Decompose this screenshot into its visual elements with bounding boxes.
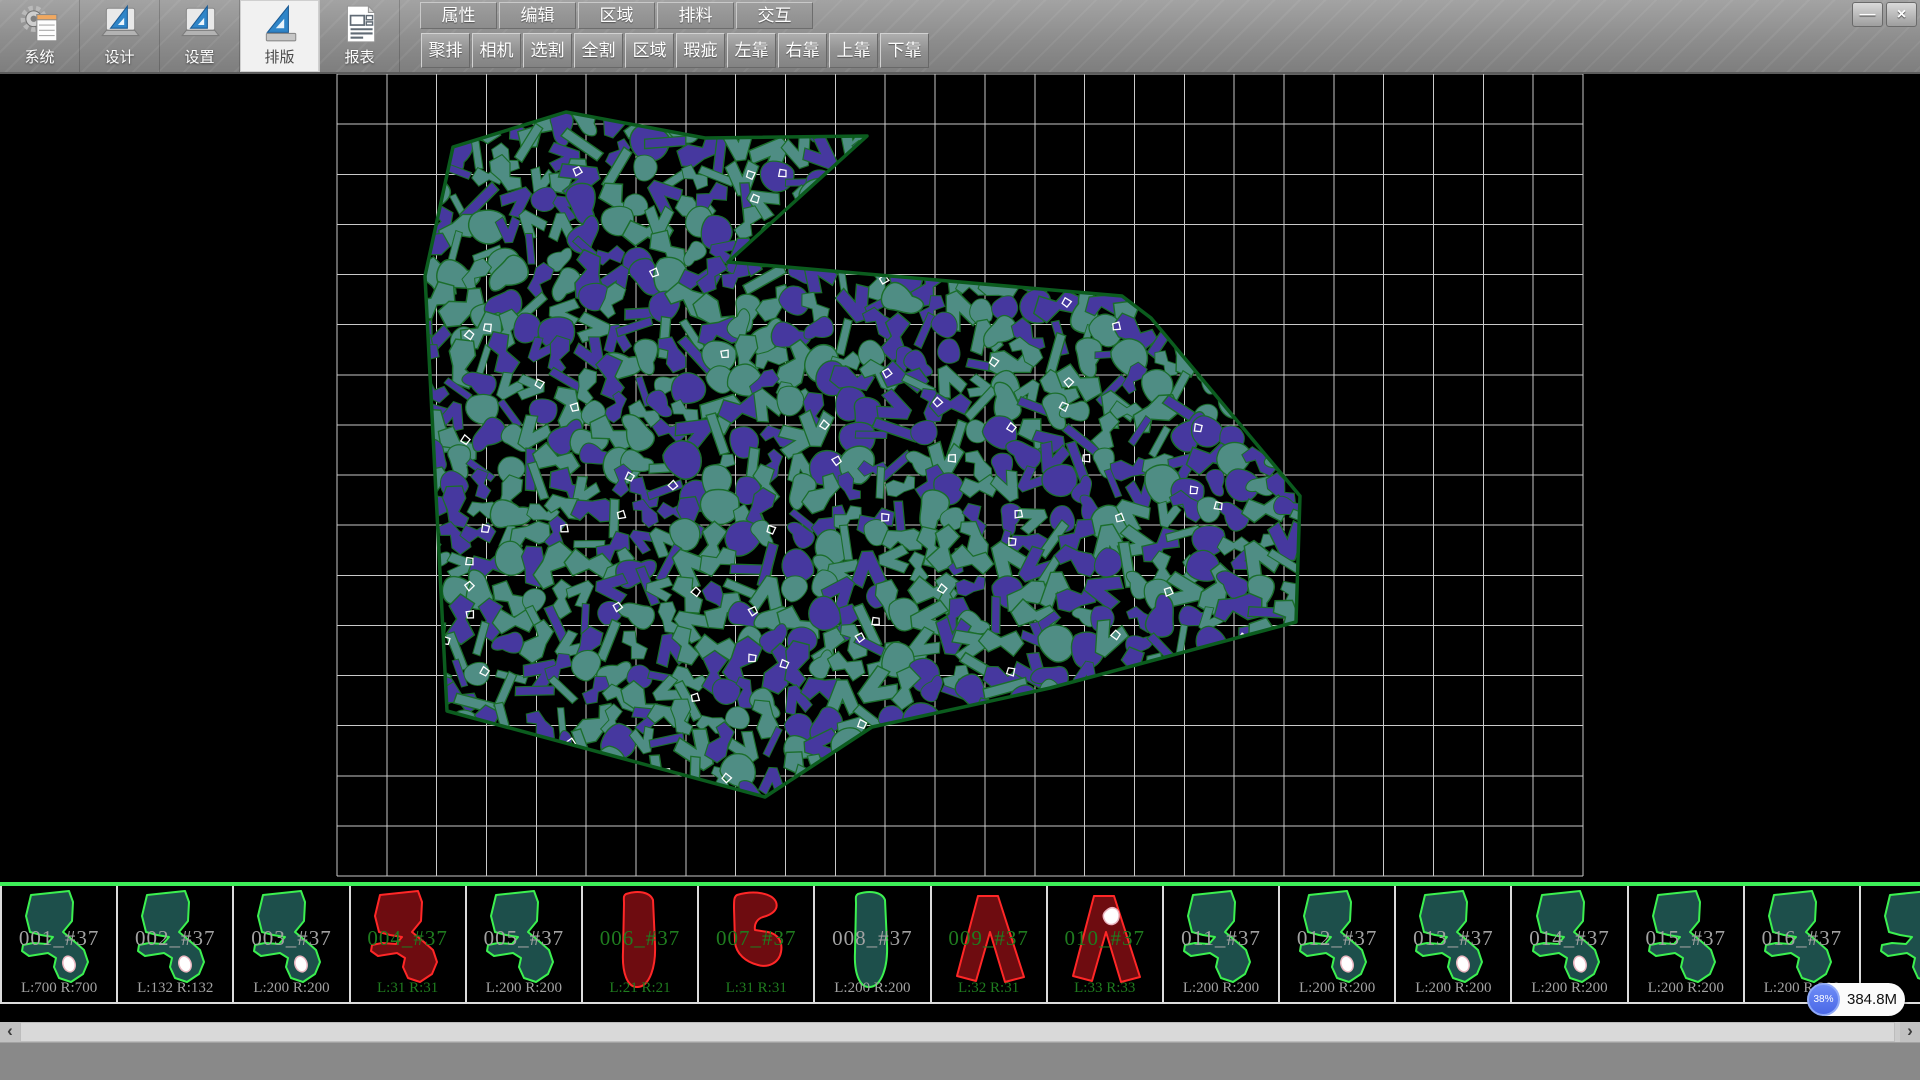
piece-id-label: 010_#37 bbox=[1048, 926, 1162, 951]
window-controls: — × bbox=[1852, 2, 1917, 27]
piece-id-label: 012_#37 bbox=[1280, 926, 1394, 951]
piece-id-label: 006_#37 bbox=[583, 926, 697, 951]
report-icon bbox=[339, 3, 381, 45]
piece-thumbnail-6[interactable]: 006_#37 L:21 R:21 bbox=[583, 886, 699, 1002]
piece-lr-count: L:700 R:700 bbox=[2, 980, 116, 997]
piece-id-label: 015_#37 bbox=[1629, 926, 1743, 951]
close-button[interactable]: × bbox=[1886, 2, 1917, 27]
piece-lr-count: L:32 R:31 bbox=[932, 980, 1046, 997]
piece-lr-count: L:200 R:200 bbox=[1280, 980, 1394, 997]
menu-tab-2[interactable]: 编辑 bbox=[499, 2, 576, 29]
piece-id-label: 007_#37 bbox=[699, 926, 813, 951]
piece-thumbnail-4[interactable]: 004_#37 L:31 R:31 bbox=[351, 886, 467, 1002]
progress-circle-icon: 38% bbox=[1807, 983, 1840, 1016]
piece-thumbnail-9[interactable]: 009_#37 L:32 R:31 bbox=[932, 886, 1048, 1002]
horizontal-scrollbar[interactable]: ‹ › bbox=[0, 1022, 1920, 1042]
status-badge: 38% 384.8M bbox=[1809, 983, 1905, 1016]
piece-id-label: 009_#37 bbox=[932, 926, 1046, 951]
piece-thumbnail-2[interactable]: 002_#37 L:132 R:132 bbox=[118, 886, 234, 1002]
menu-tab-3[interactable]: 区域 bbox=[578, 2, 655, 29]
piece-lr-count: L:21 R:21 bbox=[583, 980, 697, 997]
piece-id-label: 003_#37 bbox=[234, 926, 348, 951]
memory-usage: 384.8M bbox=[1847, 991, 1897, 1008]
action-button-3[interactable]: 选割 bbox=[523, 33, 572, 68]
mode-label: 报表 bbox=[344, 46, 374, 67]
piece-thumbnail-10[interactable]: 010_#37 L:33 R:33 bbox=[1048, 886, 1164, 1002]
piece-lr-count: L:132 R:132 bbox=[118, 980, 232, 997]
piece-thumbnail-12[interactable]: 012_#37 L:200 R:200 bbox=[1280, 886, 1396, 1002]
nesting-canvas[interactable] bbox=[0, 74, 1920, 882]
mode-label: 设置 bbox=[184, 46, 214, 67]
menu-tab-4[interactable]: 排料 bbox=[657, 2, 734, 29]
piece-id-label: 008_#37 bbox=[815, 926, 929, 951]
piece-thumbnail-8[interactable]: 008_#37 L:200 R:200 bbox=[815, 886, 931, 1002]
piece-lr-count: L:200 R:200 bbox=[1512, 980, 1626, 997]
piece-lr-count: L:33 R:33 bbox=[1048, 980, 1162, 997]
action-button-1[interactable]: 聚排 bbox=[421, 33, 470, 68]
mode-toolbar: 系统 设计 设置 排版 报表 bbox=[0, 0, 400, 74]
piece-id-label: 013_#37 bbox=[1396, 926, 1510, 951]
progress-percent: 38% bbox=[1813, 994, 1833, 1005]
action-button-5[interactable]: 区域 bbox=[625, 33, 674, 68]
piece-shape-icon bbox=[1870, 888, 1920, 994]
mode-label: 系统 bbox=[24, 46, 54, 67]
scrollbar-thumb[interactable] bbox=[20, 1022, 1895, 1042]
piece-thumbnail-5[interactable]: 005_#37 L:200 R:200 bbox=[467, 886, 583, 1002]
mode-button-3[interactable]: 设置 bbox=[160, 0, 240, 72]
action-button-7[interactable]: 左靠 bbox=[727, 33, 776, 68]
piece-thumbnail-13[interactable]: 013_#37 L:200 R:200 bbox=[1396, 886, 1512, 1002]
piece-id-label: 014_#37 bbox=[1512, 926, 1626, 951]
menu-tab-bar: 属性编辑区域排料交互 bbox=[420, 2, 813, 29]
piece-thumbnail-7[interactable]: 007_#37 L:31 R:31 bbox=[699, 886, 815, 1002]
piece-id-label: 005_#37 bbox=[467, 926, 581, 951]
piece-thumbnail-11[interactable]: 011_#37 L:200 R:200 bbox=[1164, 886, 1280, 1002]
mode-button-2[interactable]: 设计 bbox=[80, 0, 160, 72]
piece-thumbnail-14[interactable]: 014_#37 L:200 R:200 bbox=[1512, 886, 1628, 1002]
design-icon bbox=[99, 3, 141, 45]
piece-lr-count: L:31 R:31 bbox=[351, 980, 465, 997]
scroll-right-button[interactable]: › bbox=[1900, 1022, 1920, 1042]
piece-thumbnail-3[interactable]: 003_#37 L:200 R:200 bbox=[234, 886, 350, 1002]
menu-tab-1[interactable]: 属性 bbox=[420, 2, 497, 29]
menu-tab-5[interactable]: 交互 bbox=[736, 2, 813, 29]
app-window: 系统设计设置排版报表 属性编辑区域排料交互 聚排相机选割全割区域瑕疵左靠右靠上靠… bbox=[0, 0, 1920, 1080]
mode-button-4[interactable]: 排版 bbox=[240, 0, 320, 72]
nesting-layout-drawing bbox=[0, 74, 1920, 882]
main-toolbar: 系统设计设置排版报表 属性编辑区域排料交互 聚排相机选割全割区域瑕疵左靠右靠上靠… bbox=[0, 0, 1920, 74]
action-button-10[interactable]: 下靠 bbox=[880, 33, 929, 68]
piece-lr-count: L:200 R:200 bbox=[1629, 980, 1743, 997]
piece-lr-count: L:31 R:31 bbox=[699, 980, 813, 997]
minimize-button[interactable]: — bbox=[1852, 2, 1883, 27]
scroll-left-button[interactable]: ‹ bbox=[0, 1022, 20, 1042]
piece-id-label: 004_#37 bbox=[351, 926, 465, 951]
mode-label: 排版 bbox=[264, 46, 294, 67]
mode-button-5[interactable]: 报表 bbox=[320, 0, 400, 72]
action-button-6[interactable]: 瑕疵 bbox=[676, 33, 725, 68]
action-button-8[interactable]: 右靠 bbox=[778, 33, 827, 68]
piece-lr-count: L:200 R:200 bbox=[1396, 980, 1510, 997]
piece-id-label: 001_#37 bbox=[2, 926, 116, 951]
system-icon bbox=[19, 3, 61, 45]
mode-label: 设计 bbox=[104, 46, 134, 67]
settings-icon bbox=[179, 3, 221, 45]
piece-thumbnail-15[interactable]: 015_#37 L:200 R:200 bbox=[1629, 886, 1745, 1002]
action-toolbar: 聚排相机选割全割区域瑕疵左靠右靠上靠下靠 bbox=[421, 33, 929, 68]
action-button-4[interactable]: 全割 bbox=[574, 33, 623, 68]
piece-thumbnail-1[interactable]: 001_#37 L:700 R:700 bbox=[2, 886, 118, 1002]
piece-id-label: 011_#37 bbox=[1164, 926, 1278, 951]
piece-id-label: 016_#37 bbox=[1745, 926, 1859, 951]
piece-lr-count: L:200 R:200 bbox=[234, 980, 348, 997]
layout-icon bbox=[259, 3, 301, 45]
piece-lr-count: L:200 R:200 bbox=[815, 980, 929, 997]
action-button-9[interactable]: 上靠 bbox=[829, 33, 878, 68]
status-bar bbox=[0, 1042, 1920, 1080]
piece-lr-count: L:200 R:200 bbox=[467, 980, 581, 997]
piece-id-label: 002_#37 bbox=[118, 926, 232, 951]
mode-button-1[interactable]: 系统 bbox=[0, 0, 80, 72]
piece-thumbnail-strip: 001_#37L:700 R:700002_#37L:132 R:132003_… bbox=[0, 886, 1920, 1004]
action-button-2[interactable]: 相机 bbox=[472, 33, 521, 68]
piece-lr-count: L:200 R:200 bbox=[1164, 980, 1278, 997]
